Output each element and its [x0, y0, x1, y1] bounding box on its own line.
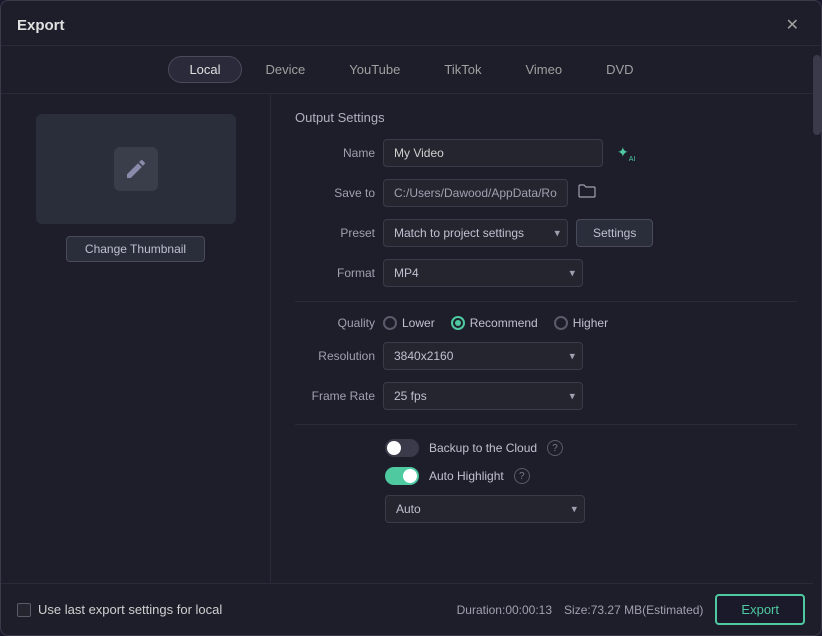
size-info: Size:73.27 MB(Estimated) — [564, 603, 703, 617]
tab-youtube[interactable]: YouTube — [329, 56, 420, 83]
bottom-bar: Use last export settings for local Durat… — [1, 583, 821, 635]
quality-recommend-radio[interactable] — [451, 316, 465, 330]
export-dialog: Export ✕ Local Device YouTube TikTok Vim… — [0, 0, 822, 636]
title-bar: Export ✕ — [1, 1, 821, 46]
quality-recommend-label: Recommend — [470, 316, 538, 330]
name-input[interactable] — [383, 139, 603, 167]
quality-recommend-option[interactable]: Recommend — [451, 316, 538, 330]
backup-toggle[interactable] — [385, 439, 419, 457]
folder-button[interactable] — [574, 181, 600, 206]
frame-rate-row: Frame Rate 25 fps — [295, 382, 797, 410]
thumbnail-icon — [114, 147, 158, 191]
close-button[interactable]: ✕ — [780, 13, 805, 37]
last-export-row: Use last export settings for local — [17, 602, 222, 617]
main-content: Change Thumbnail Output Settings Name ✦A… — [1, 94, 821, 583]
export-button[interactable]: Export — [715, 594, 805, 625]
auto-select-wrapper: Auto — [385, 495, 585, 523]
auto-highlight-row: Auto Highlight ? — [385, 467, 797, 485]
tab-dvd[interactable]: DVD — [586, 56, 653, 83]
scrollbar-thumb[interactable] — [813, 94, 821, 135]
format-label: Format — [295, 266, 375, 280]
folder-icon — [578, 186, 596, 203]
duration-info: Duration:00:00:13 — [457, 603, 552, 617]
tab-vimeo[interactable]: Vimeo — [505, 56, 582, 83]
last-export-label: Use last export settings for local — [38, 602, 222, 617]
scrollbar-track[interactable] — [813, 94, 821, 583]
format-select-wrapper: MP4 — [383, 259, 583, 287]
save-path-input[interactable] — [383, 179, 568, 207]
tab-device[interactable]: Device — [246, 56, 326, 83]
ai-button[interactable]: ✦AI — [611, 142, 641, 165]
format-row: Format MP4 — [295, 259, 797, 287]
quality-row: Quality Lower Recommend Higher — [295, 316, 797, 330]
auto-select-row: Auto — [385, 495, 797, 523]
divider-1 — [295, 301, 797, 302]
divider-2 — [295, 424, 797, 425]
save-to-label: Save to — [295, 186, 375, 200]
resolution-label: Resolution — [295, 349, 375, 363]
backup-help-icon[interactable]: ? — [547, 440, 563, 456]
name-row: Name ✦AI — [295, 139, 797, 167]
preset-row: Preset Match to project settings Setting… — [295, 219, 797, 247]
right-panel: Output Settings Name ✦AI Save to — [271, 94, 821, 583]
auto-highlight-label: Auto Highlight — [429, 469, 504, 483]
save-to-control — [383, 179, 797, 207]
dialog-title: Export — [17, 17, 65, 34]
quality-label: Quality — [295, 316, 375, 330]
quality-options: Lower Recommend Higher — [383, 316, 608, 330]
quality-lower-radio[interactable] — [383, 316, 397, 330]
frame-rate-select[interactable]: 25 fps — [383, 382, 583, 410]
preset-select[interactable]: Match to project settings — [383, 219, 568, 247]
name-label: Name — [295, 146, 375, 160]
auto-select[interactable]: Auto — [385, 495, 585, 523]
save-to-row: Save to — [295, 179, 797, 207]
frame-rate-select-wrapper: 25 fps — [383, 382, 583, 410]
quality-lower-label: Lower — [402, 316, 435, 330]
resolution-select[interactable]: 3840x2160 — [383, 342, 583, 370]
backup-label: Backup to the Cloud — [429, 441, 537, 455]
quality-higher-label: Higher — [573, 316, 608, 330]
frame-rate-label: Frame Rate — [295, 389, 375, 403]
resolution-row: Resolution 3840x2160 — [295, 342, 797, 370]
section-title: Output Settings — [295, 110, 797, 125]
last-export-checkbox[interactable] — [17, 603, 31, 617]
bottom-info: Duration:00:00:13 Size:73.27 MB(Estimate… — [457, 594, 805, 625]
auto-highlight-toggle[interactable] — [385, 467, 419, 485]
quality-higher-radio[interactable] — [554, 316, 568, 330]
tab-bar: Local Device YouTube TikTok Vimeo DVD — [1, 46, 821, 94]
quality-lower-option[interactable]: Lower — [383, 316, 435, 330]
auto-highlight-help-icon[interactable]: ? — [514, 468, 530, 484]
preset-label: Preset — [295, 226, 375, 240]
ai-icon: ✦AI — [617, 144, 635, 160]
quality-higher-option[interactable]: Higher — [554, 316, 608, 330]
tab-local[interactable]: Local — [168, 56, 241, 83]
thumbnail-preview — [36, 114, 236, 224]
settings-button[interactable]: Settings — [576, 219, 653, 247]
backup-row: Backup to the Cloud ? — [385, 439, 797, 457]
left-panel: Change Thumbnail — [1, 94, 271, 583]
change-thumbnail-button[interactable]: Change Thumbnail — [66, 236, 205, 262]
format-select[interactable]: MP4 — [383, 259, 583, 287]
preset-select-wrapper: Match to project settings — [383, 219, 568, 247]
resolution-select-wrapper: 3840x2160 — [383, 342, 583, 370]
tab-tiktok[interactable]: TikTok — [424, 56, 501, 83]
